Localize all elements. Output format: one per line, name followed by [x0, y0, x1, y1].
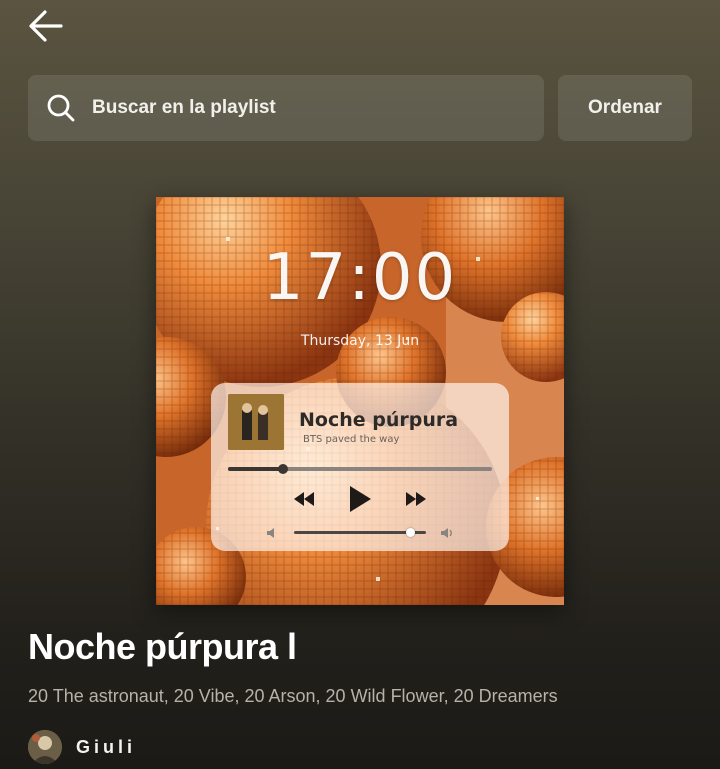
play-icon	[350, 486, 371, 512]
lockscreen-clock: 17:00	[262, 241, 458, 315]
album-art-thumbnail	[228, 394, 284, 450]
search-placeholder: Buscar en la playlist	[92, 97, 276, 118]
owner-name: Giuli	[76, 736, 136, 757]
track-title: Noche púrpura	[299, 409, 459, 431]
playlist-title: Noche púrpura l	[28, 626, 297, 667]
track-artist: BTS paved the way	[303, 434, 400, 445]
rewind-icon	[294, 492, 314, 506]
search-input[interactable]: Buscar en la playlist	[28, 75, 544, 141]
progress-bar	[228, 464, 492, 474]
arrow-left-icon	[29, 10, 63, 42]
avatar	[28, 730, 62, 764]
fast-forward-icon	[406, 492, 426, 506]
now-playing-widget: Noche púrpura BTS paved the way	[211, 383, 509, 551]
search-icon	[46, 93, 76, 123]
playback-controls	[211, 481, 509, 517]
volume-control	[266, 527, 456, 539]
progress-knob	[278, 464, 289, 474]
sort-button[interactable]: Ordenar	[558, 75, 692, 141]
playlist-description: 20 The astronaut, 20 Vibe, 20 Arson, 20 …	[28, 686, 558, 706]
progress-fill	[228, 467, 284, 471]
volume-high-icon	[441, 528, 452, 538]
volume-low-icon	[267, 528, 274, 538]
volume-knob	[406, 528, 416, 537]
back-button[interactable]	[24, 6, 68, 46]
volume-slider	[294, 528, 426, 537]
playlist-owner[interactable]: Giuli	[28, 730, 136, 764]
lockscreen-date: Thursday, 13 Jun	[300, 333, 420, 349]
playlist-cover: 17:00 Thursday, 13 Jun Noche púrpura BTS…	[156, 197, 564, 605]
